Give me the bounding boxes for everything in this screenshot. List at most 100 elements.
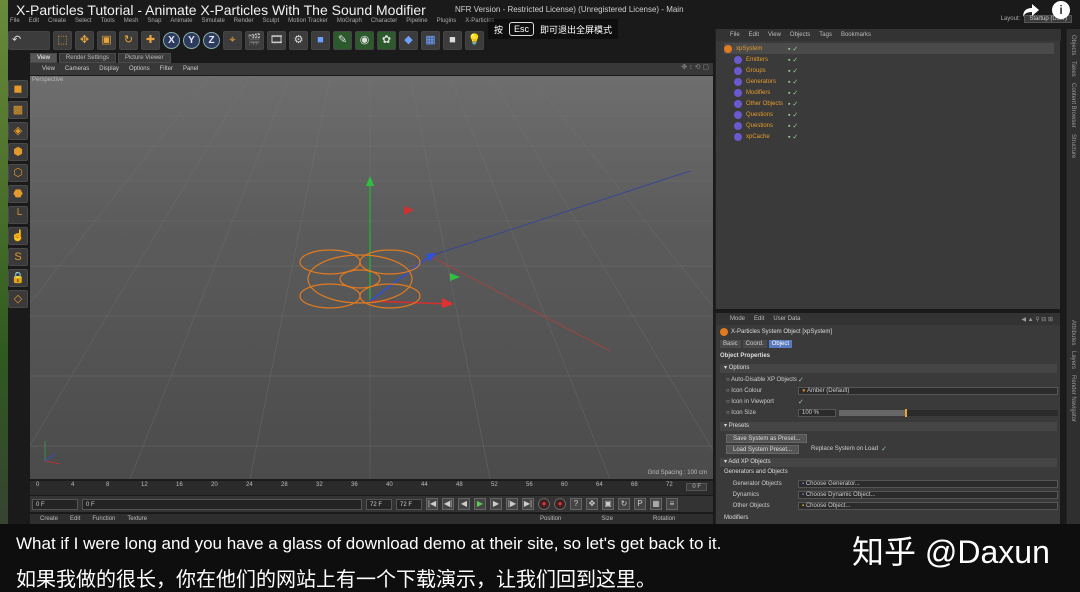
viewport-menu-cameras[interactable]: Cameras bbox=[65, 66, 89, 72]
share-icon[interactable] bbox=[1022, 2, 1040, 20]
rotate-key-icon[interactable]: ↻ bbox=[618, 498, 630, 510]
undo-icon[interactable]: ↶ bbox=[8, 30, 50, 50]
pen-icon[interactable]: ✎ bbox=[333, 30, 352, 50]
menu-mesh[interactable]: Mesh bbox=[124, 18, 139, 24]
coordinate-system-icon[interactable]: ⌖ bbox=[223, 30, 242, 50]
viewport-menu-display[interactable]: Display bbox=[99, 66, 119, 72]
max-frame-field[interactable]: 72 F bbox=[366, 498, 392, 510]
icon-in-viewport-checkbox[interactable]: ✓ bbox=[798, 398, 804, 406]
record-icon[interactable]: ● bbox=[538, 498, 550, 510]
visibility-flags-icon[interactable]: ▪ ✓ bbox=[788, 111, 798, 119]
menu-snap[interactable]: Snap bbox=[147, 18, 161, 24]
material-menu-function[interactable]: Function bbox=[92, 516, 115, 522]
planar-workplane-icon[interactable]: ◇ bbox=[8, 290, 28, 308]
scale-key-icon[interactable]: ▣ bbox=[602, 498, 614, 510]
keyframe-selection-icon[interactable]: ? bbox=[570, 498, 582, 510]
go-to-end-icon[interactable]: ▶| bbox=[522, 498, 534, 510]
viewport-camera-label[interactable]: Perspective bbox=[32, 77, 63, 83]
menu-sculpt[interactable]: Sculpt bbox=[262, 18, 279, 24]
next-frame-icon[interactable]: ▶ bbox=[490, 498, 502, 510]
presets-section-header[interactable]: ▾ Presets bbox=[720, 422, 1057, 431]
side-tab-attributes[interactable]: Attributes bbox=[1070, 320, 1076, 345]
snapping-icon[interactable]: S bbox=[8, 248, 28, 266]
save-preset-button[interactable]: Save System as Preset... bbox=[726, 433, 808, 443]
add-tool-icon[interactable]: ✚ bbox=[141, 30, 160, 50]
menu-animate[interactable]: Animate bbox=[170, 18, 192, 24]
icon-colour-dropdown[interactable]: ● Amber (Default) bbox=[798, 387, 1058, 395]
side-tab-takes[interactable]: Takes bbox=[1070, 61, 1076, 77]
objects-menu-edit[interactable]: Edit bbox=[749, 32, 759, 38]
video-title[interactable]: X-Particles Tutorial - Animate X-Particl… bbox=[16, 2, 426, 18]
subdivision-icon[interactable]: ◉ bbox=[355, 30, 374, 50]
side-tab-content-browser[interactable]: Content Browser bbox=[1070, 83, 1076, 128]
menu-mograph[interactable]: MoGraph bbox=[337, 18, 362, 24]
rotate-tool-icon[interactable]: ↻ bbox=[119, 30, 138, 50]
pla-key-icon[interactable]: ▦ bbox=[650, 498, 662, 510]
menu-character[interactable]: Character bbox=[371, 18, 397, 24]
object-row-child[interactable]: Generators ▪ ✓ bbox=[724, 76, 1054, 87]
go-to-start-icon[interactable]: |◀ bbox=[426, 498, 438, 510]
menu-plugins[interactable]: Plugins bbox=[437, 18, 457, 24]
object-row-child[interactable]: Emitters ▪ ✓ bbox=[724, 54, 1054, 65]
material-menu-edit[interactable]: Edit bbox=[70, 516, 80, 522]
timeline-ruler[interactable]: 0 F 0 4 8 12 16 20 24 28 32 36 40 44 48 52 56 60 64 68 72 bbox=[30, 481, 713, 495]
timeline-current-frame[interactable]: 0 F bbox=[686, 483, 707, 491]
side-tab-objects[interactable]: Objects bbox=[1070, 35, 1076, 55]
light-icon[interactable]: 💡 bbox=[465, 30, 484, 50]
object-row-child[interactable]: Questions ▪ ✓ bbox=[724, 109, 1054, 120]
polygons-mode-icon[interactable]: ⬣ bbox=[8, 185, 28, 203]
icon-size-slider-handle[interactable] bbox=[904, 409, 907, 417]
viewport-menu-options[interactable]: Options bbox=[129, 66, 150, 72]
objects-menu-bookmarks[interactable]: Bookmarks bbox=[841, 32, 871, 38]
auto-disable-checkbox[interactable]: ✓ bbox=[798, 376, 804, 384]
objects-menu-tags[interactable]: Tags bbox=[819, 32, 832, 38]
visibility-flags-icon[interactable]: ▪ ✓ bbox=[788, 78, 798, 86]
options-section-header[interactable]: ▾ Options bbox=[720, 364, 1057, 373]
floor-icon[interactable]: ▦ bbox=[421, 30, 440, 50]
load-preset-button[interactable]: Load System Preset... bbox=[726, 444, 800, 454]
choose-generator-dropdown[interactable]: ▪ Choose Generator... bbox=[798, 480, 1058, 488]
menu-pipeline[interactable]: Pipeline bbox=[406, 18, 427, 24]
attr-tab-object[interactable]: Object bbox=[768, 340, 793, 348]
axis-y-toggle[interactable]: Y bbox=[183, 31, 200, 49]
object-row-child[interactable]: Modifiers ▪ ✓ bbox=[724, 87, 1054, 98]
add-xp-section-header[interactable]: ▾ Add XP Objects bbox=[720, 458, 1057, 467]
camera-icon[interactable]: ■ bbox=[443, 30, 462, 50]
move-tool-icon[interactable]: ✥ bbox=[75, 30, 94, 50]
menu-tools[interactable]: Tools bbox=[101, 18, 115, 24]
attribute-nav-icons[interactable]: ◀ ▲ ⚲ ⊟ ⊞ bbox=[1021, 316, 1053, 323]
menu-simulate[interactable]: Simulate bbox=[201, 18, 224, 24]
cloner-icon[interactable]: ✿ bbox=[377, 30, 396, 50]
deformer-icon[interactable]: ◆ bbox=[399, 30, 418, 50]
move-key-icon[interactable]: ✥ bbox=[586, 498, 598, 510]
menu-create[interactable]: Create bbox=[48, 18, 66, 24]
objects-menu-objects[interactable]: Objects bbox=[790, 32, 810, 38]
render-settings-icon[interactable]: ⚙ bbox=[289, 30, 308, 50]
live-selection-icon[interactable]: ⬚ bbox=[53, 30, 72, 50]
scale-tool-icon[interactable]: ▣ bbox=[97, 30, 116, 50]
play-icon[interactable]: ▶ bbox=[474, 498, 486, 510]
edges-mode-icon[interactable]: ⬡ bbox=[8, 164, 28, 182]
info-icon[interactable]: i bbox=[1052, 1, 1070, 19]
param-key-icon[interactable]: P bbox=[634, 498, 646, 510]
render-picture-viewer-icon[interactable]: 🎞 bbox=[267, 30, 286, 50]
min-frame-range[interactable]: 0 F bbox=[82, 498, 362, 510]
object-row-xpsystem[interactable]: xpSystem ▪ ✓ bbox=[724, 43, 1054, 54]
menu-select[interactable]: Select bbox=[75, 18, 92, 24]
tab-picture-viewer[interactable]: Picture Viewer bbox=[117, 53, 171, 63]
visibility-flags-icon[interactable]: ▪ ✓ bbox=[788, 133, 798, 141]
material-menu-texture[interactable]: Texture bbox=[127, 516, 147, 522]
objects-menu-view[interactable]: View bbox=[768, 32, 781, 38]
visibility-flags-icon[interactable]: ▪ ✓ bbox=[788, 122, 798, 130]
tab-view[interactable]: View bbox=[30, 53, 57, 63]
points-mode-icon[interactable]: ⬢ bbox=[8, 143, 28, 161]
attributes-menu-user-data[interactable]: User Data bbox=[773, 316, 800, 322]
choose-object-dropdown[interactable]: ▪ Choose Object... bbox=[798, 502, 1058, 510]
attr-tab-basic[interactable]: Basic bbox=[720, 340, 741, 348]
attributes-menu-edit[interactable]: Edit bbox=[754, 316, 764, 322]
previous-frame-icon[interactable]: ◀ bbox=[458, 498, 470, 510]
menu-render[interactable]: Render bbox=[234, 18, 254, 24]
attributes-menu-mode[interactable]: Mode bbox=[730, 316, 745, 322]
cube-icon[interactable]: ■ bbox=[311, 30, 330, 50]
viewport-menu-view[interactable]: View bbox=[42, 66, 55, 72]
